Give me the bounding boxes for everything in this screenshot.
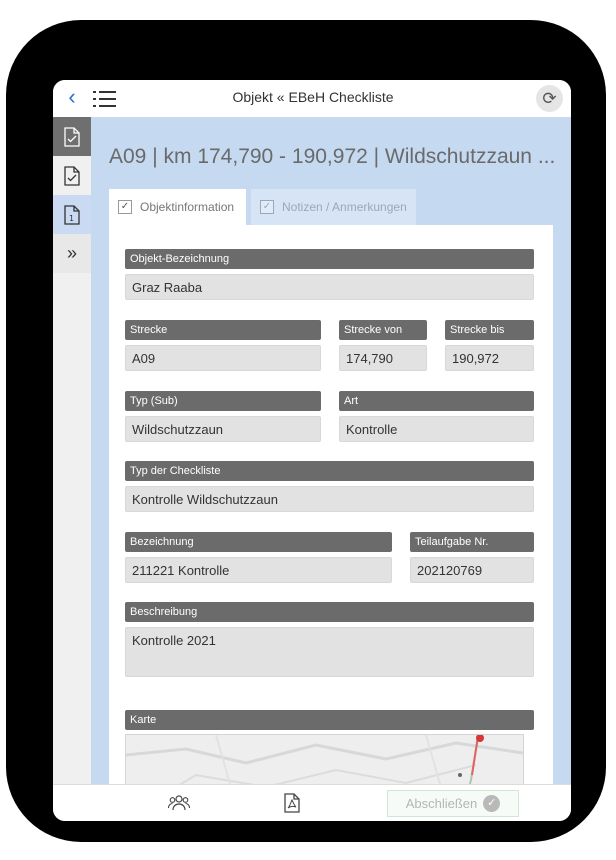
page-title: A09 | km 174,790 - 190,972 | Wildschutzz… <box>109 145 556 168</box>
field-bezeichnung[interactable]: 211221 Kontrolle <box>125 557 392 583</box>
chevron-left-icon[interactable]: ‹ <box>61 86 83 109</box>
field-strecke[interactable]: A09 <box>125 345 321 371</box>
rail-item-checklist-1[interactable] <box>53 117 91 156</box>
checkbox-icon: ✓ <box>118 200 132 214</box>
bottom-bar: Abschließen ✓ <box>53 784 571 821</box>
label-typ-checkliste: Typ der Checkliste <box>125 461 534 481</box>
label-strecke: Strecke <box>125 320 321 340</box>
rail-item-object[interactable]: 1 <box>53 195 91 234</box>
field-beschreibung[interactable]: Kontrolle 2021 <box>125 627 534 677</box>
label-teilaufgabe: Teilaufgabe Nr. <box>410 532 534 552</box>
list-menu-icon[interactable] <box>93 89 117 109</box>
tab-objektinformation[interactable]: ✓ Objektinformation <box>109 189 246 225</box>
label-beschreibung: Beschreibung <box>125 602 534 622</box>
top-bar: ‹ Objekt « EBeH Checkliste ⟳ <box>53 80 571 118</box>
label-strecke-bis: Strecke bis <box>445 320 534 340</box>
users-icon[interactable] <box>167 793 191 813</box>
label-art: Art <box>339 391 534 411</box>
label-bezeichnung: Bezeichnung <box>125 532 392 552</box>
checkbox-icon: ✓ <box>260 200 274 214</box>
expand-icon[interactable]: » <box>53 234 91 273</box>
app-screen: ‹ Objekt « EBeH Checkliste ⟳ 1 » A09 | k… <box>53 80 571 821</box>
label-karte: Karte <box>125 710 534 730</box>
document-number-icon: 1 <box>64 204 80 225</box>
tab-label: Objektinformation <box>140 200 235 214</box>
label-typ-sub: Typ (Sub) <box>125 391 321 411</box>
rail-item-checklist-2[interactable] <box>53 156 91 195</box>
pdf-icon[interactable] <box>281 793 303 813</box>
label-objekt-bezeichnung: Objekt-Bezeichnung <box>125 249 534 269</box>
document-check-icon <box>64 126 80 147</box>
field-strecke-bis[interactable]: 190,972 <box>445 345 534 371</box>
document-check-icon <box>64 165 80 186</box>
map-graphic <box>126 735 523 784</box>
tab-notizen[interactable]: ✓ Notizen / Anmerkungen <box>251 189 416 225</box>
main-content: A09 | km 174,790 - 190,972 | Wildschutzz… <box>91 117 571 784</box>
window-title: Objekt « EBeH Checkliste <box>232 89 394 105</box>
finish-button[interactable]: Abschließen ✓ <box>387 790 519 817</box>
device-frame: ‹ Objekt « EBeH Checkliste ⟳ 1 » A09 | k… <box>6 20 606 842</box>
label-strecke-von: Strecke von <box>339 320 427 340</box>
field-art[interactable]: Kontrolle <box>339 416 534 442</box>
side-rail: 1 » <box>53 117 91 784</box>
field-strecke-von[interactable]: 174,790 <box>339 345 427 371</box>
check-circle-icon: ✓ <box>483 795 501 812</box>
field-teilaufgabe[interactable]: 202120769 <box>410 557 534 583</box>
tab-label: Notizen / Anmerkungen <box>282 200 407 214</box>
refresh-icon[interactable]: ⟳ <box>536 85 563 112</box>
map-view[interactable] <box>125 734 524 784</box>
field-typ-checkliste[interactable]: Kontrolle Wildschutzzaun <box>125 486 534 512</box>
svg-text:1: 1 <box>69 214 74 223</box>
field-objekt-bezeichnung[interactable]: Graz Raaba <box>125 274 534 300</box>
form-panel: Objekt-Bezeichnung Graz Raaba Strecke St… <box>109 225 553 784</box>
finish-button-label: Abschließen <box>405 796 478 811</box>
field-typ-sub[interactable]: Wildschutzzaun <box>125 416 321 442</box>
